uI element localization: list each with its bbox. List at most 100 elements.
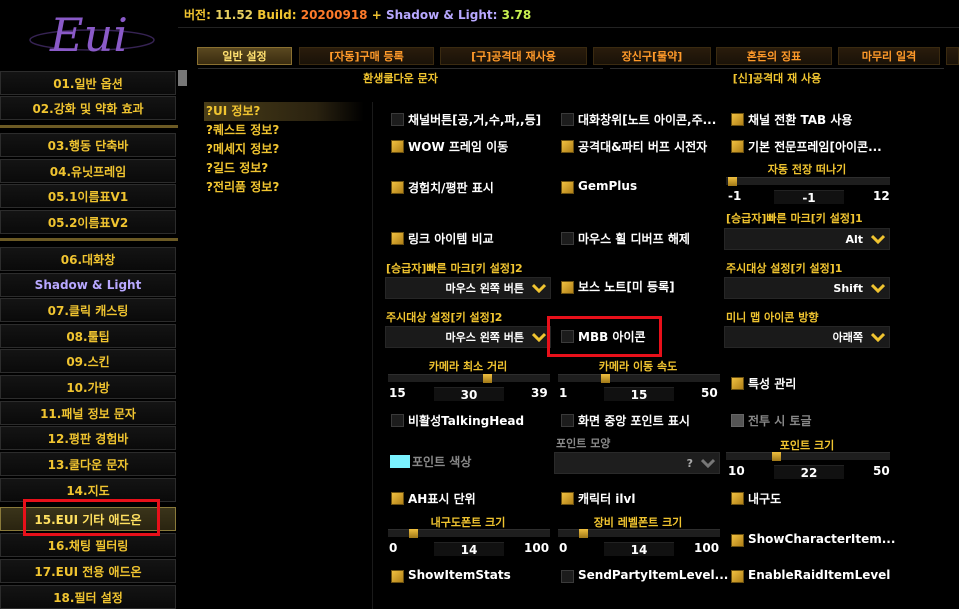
show-char-item-label: ShowCharacterItem... [748,532,896,546]
boss-note-checkbox[interactable] [561,281,574,294]
send-party-item-label: SendPartyItemLevel... [578,568,729,582]
sidebar-item-nameplates-v2[interactable]: 05.2이름표V2 [0,210,176,234]
tab-general-settings[interactable]: 일반 설정 [197,47,292,65]
build-label: Build: [257,8,297,22]
combat-toggle-checkbox[interactable] [731,414,744,427]
send-party-item-checkbox[interactable] [561,570,574,583]
durability-checkbox[interactable] [731,492,744,505]
sidebar-item-skins[interactable]: 09.스킨 [0,349,176,373]
minimap-icon-dir-dropdown[interactable]: 아래쪽 [724,326,890,348]
show-item-stats-checkbox[interactable] [391,570,404,583]
enable-raid-item-checkbox[interactable] [731,570,744,583]
chat-window-checkbox[interactable] [561,113,574,126]
sidebar-item-bags[interactable]: 10.가방 [0,375,176,399]
sidebar-item-general[interactable]: 01.일반 옵션 [0,71,176,95]
point-size-thumb[interactable] [772,452,781,461]
sidebar-item-nameplates-v1[interactable]: 05.1이름표V1 [0,184,176,208]
equip-level-font-thumb[interactable] [579,529,588,538]
tab-finishing-blow[interactable]: 마무리 일격 [838,47,940,65]
upgrade-mark-key1-dropdown[interactable]: Alt [724,228,890,250]
chevron-down-icon [530,279,548,297]
point-size-value[interactable]: 22 [774,465,844,480]
sidebar-item-cooldown[interactable]: 13.쿨다운 문자 [0,452,176,476]
info-item-loot[interactable]: ?전리품 정보? [204,178,364,197]
camera-min-dist-slider[interactable] [388,374,550,383]
tab-trinket-potion[interactable]: 장신구[물약] [593,47,711,65]
camera-min-dist-value[interactable]: 30 [434,387,504,402]
focus-key2-label: 주시대상 설정[키 설정]2 [386,311,503,324]
disable-talking-head-checkbox[interactable] [391,414,404,427]
channel-button-checkbox[interactable] [391,113,404,126]
mouse-wheel-debuff-checkbox[interactable] [561,232,574,245]
tab-auto-buy[interactable]: [자동]구매 등록 [299,47,434,65]
durability-font-min: 0 [389,541,398,555]
raid-party-buff-checkbox[interactable] [561,140,574,153]
point-size-slider[interactable] [726,452,890,461]
durability-font-thumb[interactable] [409,529,418,538]
ah-unit-checkbox[interactable] [391,492,404,505]
camera-move-speed-max: 50 [701,386,718,400]
camera-min-dist-max: 39 [531,386,548,400]
sidebar-item-unitframes[interactable]: 04.유닛프레임 [0,159,176,183]
show-char-item-checkbox[interactable] [731,534,744,547]
tab-new-raid-cd[interactable]: [신]공격대 재 사용 [610,68,944,86]
char-ilvl-checkbox[interactable] [561,492,574,505]
tab-old-raid-cd[interactable]: [구]공격대 재사용 [440,47,587,65]
tab-overflow[interactable] [946,47,959,65]
sidebar-item-auras[interactable]: 02.강화 및 약화 효과 [0,96,176,120]
minimap-icon-dir-value: 아래쪽 [832,331,863,344]
point-color-swatch[interactable] [390,455,410,468]
auto-dismount-min: -1 [728,189,742,203]
camera-move-speed-slider[interactable] [558,374,720,383]
durability-font-value[interactable]: 14 [434,542,504,557]
tab-chaos-mark[interactable]: 혼돈의 징표 [716,47,832,65]
exp-rep-display-checkbox[interactable] [391,181,404,194]
sidebar-scrollbar[interactable] [178,70,187,86]
enable-raid-item-label: EnableRaidItemLevel [748,568,891,582]
point-size-label: 포인트 크기 [779,439,835,452]
sidebar-item-databars[interactable]: 12.평판 경험바 [0,426,176,450]
sidebar-item-chat-filter[interactable]: 16.채팅 필터링 [0,533,176,557]
camera-move-speed-thumb[interactable] [601,374,610,383]
sidebar-item-shadow-light[interactable]: Shadow & Light [0,273,176,297]
wow-frame-move-checkbox[interactable] [391,140,404,153]
durability-font-slider[interactable] [388,529,550,538]
info-item-guild[interactable]: ?길드 정보? [204,159,364,178]
point-shape-dropdown[interactable]: ? [554,452,720,474]
sidebar-item-clickcasting[interactable]: 07.클릭 캐스팅 [0,298,176,322]
auto-dismount-slider[interactable] [726,177,890,186]
sidebar-item-tooltip[interactable]: 08.툴팁 [0,324,176,348]
link-item-compare-checkbox[interactable] [391,232,404,245]
highlight-box-sidebar [23,499,160,536]
info-item-message[interactable]: ?메세지 정보? [204,140,364,159]
upgrade-mark-key2-dropdown[interactable]: 마우스 왼쪽 버튼 [385,277,551,299]
sidebar-item-actionbars[interactable]: 03.행동 단축바 [0,133,176,157]
info-item-quest[interactable]: ?퀘스트 정보? [204,121,364,140]
equip-level-font-value[interactable]: 14 [604,542,674,557]
talent-manage-label: 특성 관리 [748,377,797,391]
talent-manage-checkbox[interactable] [731,377,744,390]
upgrade-mark-key2-label: [승급자]빠른 마크[키 설정]2 [386,262,523,275]
camera-min-dist-thumb[interactable] [483,374,492,383]
sidebar-item-chat[interactable]: 06.대화창 [0,247,176,271]
sidebar-item-eui-addons[interactable]: 17.EUI 전용 애드온 [0,559,176,583]
sidebar-item-filters[interactable]: 18.필터 설정 [0,585,176,609]
equip-level-font-slider[interactable] [558,529,720,538]
camera-move-speed-value[interactable]: 15 [604,387,674,402]
gemplus-checkbox[interactable] [561,181,574,194]
sidebar-item-datatext[interactable]: 11.패널 정보 문자 [0,401,176,425]
point-shape-label: 포인트 모양 [556,437,611,450]
center-point-checkbox[interactable] [561,414,574,427]
auto-dismount-thumb[interactable] [728,177,737,186]
auto-dismount-value[interactable]: -1 [774,190,844,205]
channel-tab-checkbox[interactable] [731,113,744,126]
panel-divider [372,102,373,609]
chevron-down-icon [699,454,717,472]
focus-key2-dropdown[interactable]: 마우스 왼쪽 버튼 [385,326,551,348]
default-pro-frame-checkbox[interactable] [731,140,744,153]
focus-key2-value: 마우스 왼쪽 버튼 [445,331,525,344]
tab-reincarnation-cd[interactable]: 환생쿨다운 문자 [198,68,603,86]
info-item-ui[interactable]: ?UI 정보? [204,102,364,121]
link-item-compare-label: 링크 아이템 비교 [408,232,494,246]
focus-key1-dropdown[interactable]: Shift [724,277,890,299]
